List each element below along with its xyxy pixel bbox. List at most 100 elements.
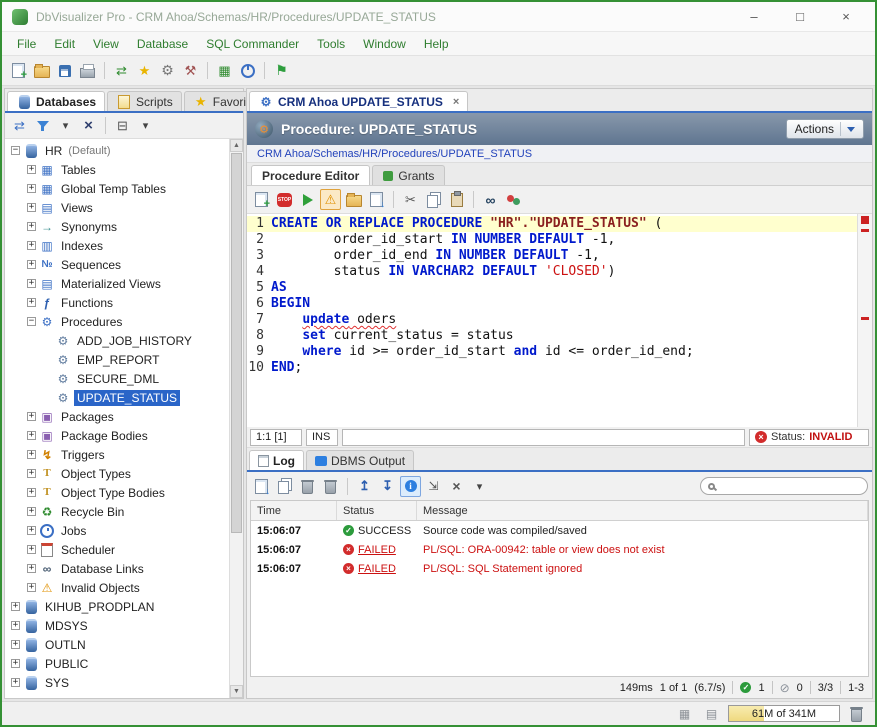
column-time[interactable]: Time bbox=[251, 501, 337, 520]
minimize-button[interactable]: – bbox=[735, 9, 773, 24]
tree-collapse-icon[interactable]: − bbox=[11, 146, 20, 155]
menu-database[interactable]: Database bbox=[128, 34, 197, 54]
error-mark[interactable] bbox=[861, 229, 869, 232]
tree-item[interactable]: +Package Bodies bbox=[5, 426, 229, 445]
maximize-button[interactable]: □ bbox=[781, 9, 819, 24]
open-icon[interactable] bbox=[343, 189, 364, 210]
monitor-icon[interactable] bbox=[237, 60, 258, 81]
find-icon[interactable] bbox=[480, 189, 501, 210]
code-editor[interactable]: 1CREATE OR REPLACE PROCEDURE "HR"."UPDAT… bbox=[247, 214, 857, 427]
tree-item[interactable]: +Tables bbox=[5, 160, 229, 179]
filter-menu-icon[interactable] bbox=[55, 115, 76, 136]
tree-expand-icon[interactable]: + bbox=[27, 279, 36, 288]
clear-filter-icon[interactable] bbox=[78, 115, 99, 136]
menu-sql-commander[interactable]: SQL Commander bbox=[197, 34, 308, 54]
actions-button[interactable]: Actions bbox=[786, 119, 864, 139]
scrollbar-down-button[interactable] bbox=[230, 685, 243, 698]
remove-entry-icon[interactable] bbox=[320, 476, 341, 497]
error-mark[interactable] bbox=[861, 317, 869, 320]
tree-item[interactable]: +Jobs bbox=[5, 521, 229, 540]
tree-expand-icon[interactable]: + bbox=[11, 678, 20, 687]
search-input[interactable] bbox=[720, 479, 860, 493]
tree-item[interactable]: +SYS bbox=[5, 673, 229, 692]
log-search[interactable] bbox=[700, 477, 868, 495]
tree-expand-icon[interactable]: + bbox=[27, 241, 36, 250]
tree-item[interactable]: +Synonyms bbox=[5, 217, 229, 236]
close-button[interactable]: × bbox=[827, 9, 865, 24]
tree-expand-icon[interactable]: + bbox=[11, 659, 20, 668]
sort-menu-icon[interactable] bbox=[135, 115, 156, 136]
tree-expand-icon[interactable]: + bbox=[27, 507, 36, 516]
tree-item[interactable]: +Functions bbox=[5, 293, 229, 312]
compare-icon[interactable] bbox=[503, 189, 524, 210]
tab-update-status-object[interactable]: CRM Ahoa UPDATE_STATUS × bbox=[249, 91, 468, 111]
tree-item[interactable]: +Recycle Bin bbox=[5, 502, 229, 521]
tree-item[interactable]: UPDATE_STATUS bbox=[5, 388, 229, 407]
tree-expand-icon[interactable]: + bbox=[27, 412, 36, 421]
tab-databases[interactable]: Databases bbox=[7, 91, 105, 111]
copy-icon[interactable] bbox=[423, 189, 444, 210]
clear-entries-icon[interactable] bbox=[446, 476, 467, 497]
new-procedure-icon[interactable] bbox=[251, 189, 272, 210]
tab-close-icon[interactable]: × bbox=[453, 96, 459, 108]
tree-expand-icon[interactable]: + bbox=[27, 488, 36, 497]
menu-file[interactable]: File bbox=[8, 34, 45, 54]
tree-expand-icon[interactable]: + bbox=[27, 222, 36, 231]
tree-item[interactable]: −Procedures bbox=[5, 312, 229, 331]
execute-icon[interactable] bbox=[297, 189, 318, 210]
favorites-icon[interactable] bbox=[134, 60, 155, 81]
clear-log-icon[interactable] bbox=[297, 476, 318, 497]
tree-expand-icon[interactable]: + bbox=[27, 298, 36, 307]
column-status[interactable]: Status bbox=[337, 501, 417, 520]
print-icon[interactable] bbox=[77, 60, 98, 81]
collapse-all-icon[interactable] bbox=[112, 115, 133, 136]
tree-expand-icon[interactable]: + bbox=[27, 203, 36, 212]
sql-commander-icon[interactable] bbox=[271, 60, 292, 81]
tree-item[interactable]: +PUBLIC bbox=[5, 654, 229, 673]
tree-expand-icon[interactable]: + bbox=[27, 431, 36, 440]
tree-item[interactable]: +Views bbox=[5, 198, 229, 217]
tree-item[interactable]: +Packages bbox=[5, 407, 229, 426]
tree-collapse-icon[interactable]: − bbox=[27, 317, 36, 326]
tree-expand-icon[interactable]: + bbox=[27, 260, 36, 269]
garbage-collect-icon[interactable] bbox=[846, 703, 867, 724]
driver-manager-icon[interactable] bbox=[180, 60, 201, 81]
sync-icon[interactable] bbox=[9, 115, 30, 136]
tab-log[interactable]: Log bbox=[249, 450, 304, 470]
fit-columns-icon[interactable] bbox=[423, 476, 444, 497]
tree-expand-icon[interactable]: + bbox=[27, 583, 36, 592]
tree-item[interactable]: +Materialized Views bbox=[5, 274, 229, 293]
tab-grants[interactable]: Grants bbox=[372, 165, 445, 185]
log-row[interactable]: 15:06:07SUCCESSSource code was compiled/… bbox=[251, 521, 868, 540]
copy-icon[interactable] bbox=[274, 476, 295, 497]
tree-item[interactable]: ADD_JOB_HISTORY bbox=[5, 331, 229, 350]
menu-edit[interactable]: Edit bbox=[45, 34, 84, 54]
menu-tools[interactable]: Tools bbox=[308, 34, 354, 54]
export-icon[interactable] bbox=[366, 189, 387, 210]
scroll-top-icon[interactable] bbox=[354, 476, 375, 497]
tree-expand-icon[interactable]: + bbox=[11, 640, 20, 649]
window-status-icon[interactable] bbox=[701, 703, 722, 724]
column-message[interactable]: Message bbox=[417, 501, 868, 520]
tree-item[interactable]: +Triggers bbox=[5, 445, 229, 464]
filter-icon[interactable] bbox=[32, 115, 53, 136]
tree-expand-icon[interactable]: + bbox=[27, 469, 36, 478]
tree-expand-icon[interactable]: + bbox=[27, 564, 36, 573]
tree-item[interactable]: +Object Type Bodies bbox=[5, 483, 229, 502]
tree-item[interactable]: +Sequences bbox=[5, 255, 229, 274]
tree-item[interactable]: +Global Temp Tables bbox=[5, 179, 229, 198]
tree-expand-icon[interactable]: + bbox=[27, 450, 36, 459]
error-stripe[interactable] bbox=[857, 214, 872, 427]
tree-expand-icon[interactable]: + bbox=[27, 184, 36, 193]
log-row[interactable]: 15:06:07FAILEDPL/SQL: ORA-00942: table o… bbox=[251, 540, 868, 559]
connect-icon[interactable] bbox=[111, 60, 132, 81]
tree-expand-icon[interactable]: + bbox=[27, 165, 36, 174]
tree-item[interactable]: +KIHUB_PRODPLAN bbox=[5, 597, 229, 616]
export-icon[interactable] bbox=[251, 476, 272, 497]
new-file-icon[interactable] bbox=[8, 60, 29, 81]
tree-expand-icon[interactable]: + bbox=[27, 526, 36, 535]
open-folder-icon[interactable] bbox=[31, 60, 52, 81]
save-icon[interactable] bbox=[54, 60, 75, 81]
tree-item[interactable]: +Database Links bbox=[5, 559, 229, 578]
tree-item[interactable]: +Object Types bbox=[5, 464, 229, 483]
